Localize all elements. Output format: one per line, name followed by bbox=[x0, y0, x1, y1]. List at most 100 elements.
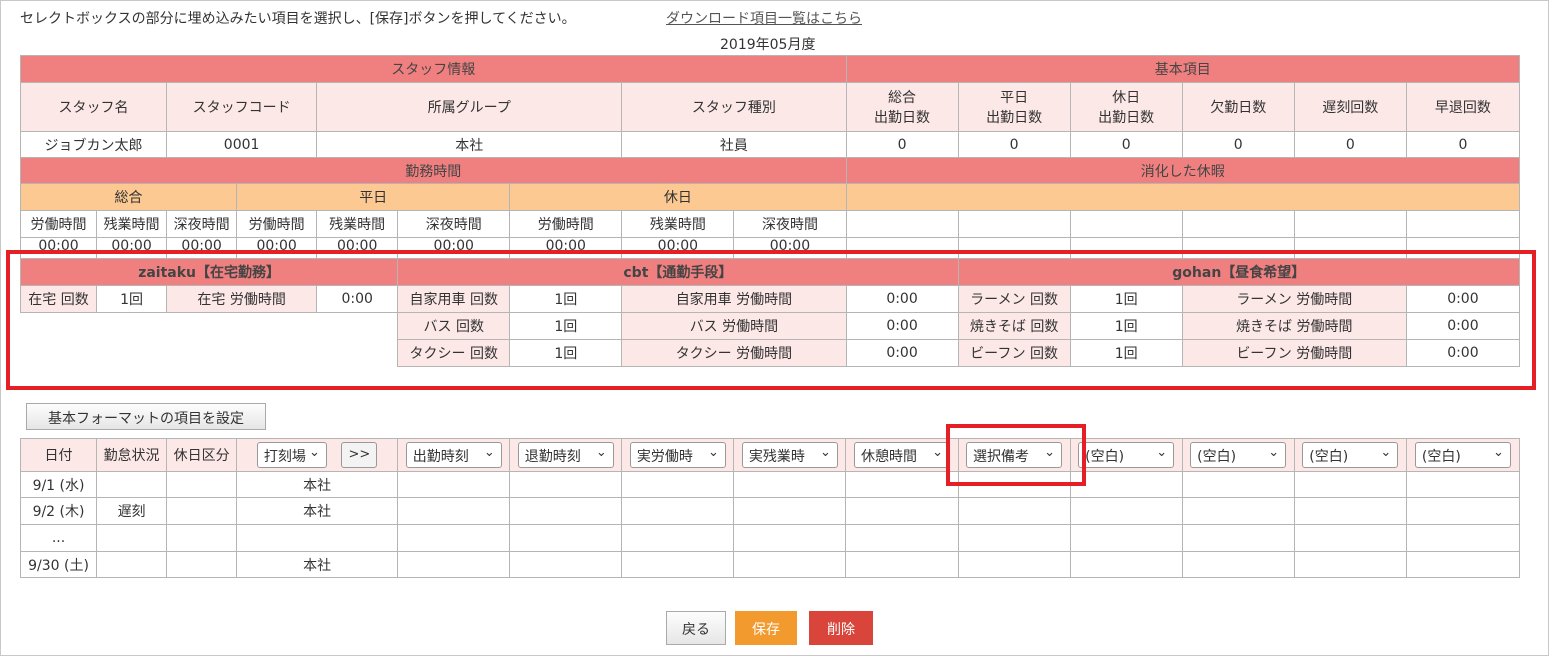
work-header-cell: 残業時間 bbox=[621, 210, 735, 238]
column-select[interactable]: (空白) ⌄ bbox=[1302, 442, 1399, 468]
work-weekday-group: 平日 bbox=[236, 183, 511, 211]
delete-button[interactable]: 削除 bbox=[809, 611, 873, 645]
save-button[interactable]: 保存 bbox=[735, 611, 797, 645]
select-value: (空白) bbox=[1197, 449, 1237, 465]
expand-toggle-button[interactable]: >> bbox=[341, 442, 378, 468]
column-select[interactable]: 退勤時刻 ⌄ bbox=[517, 442, 614, 468]
chevron-down-icon: ⌄ bbox=[1492, 445, 1504, 460]
chevron-down-icon: ⌄ bbox=[483, 445, 495, 460]
total-days-value: 0 bbox=[845, 131, 959, 158]
data-cell bbox=[733, 551, 847, 578]
vacation-header: 消化した休暇 bbox=[845, 157, 1521, 184]
column-select[interactable]: 出勤時刻 ⌄ bbox=[405, 442, 502, 468]
punch-cell: 本社 bbox=[236, 471, 399, 498]
chevron-down-icon: ⌄ bbox=[1156, 445, 1168, 460]
data-cell bbox=[845, 471, 959, 498]
column-select-cell: 実残業時 ⌄ bbox=[733, 438, 847, 472]
data-cell bbox=[1069, 471, 1183, 498]
select-value: 休憩時間 bbox=[860, 449, 917, 465]
staff-name-value: ジョブカン太郎 bbox=[19, 131, 168, 158]
download-list-link[interactable]: ダウンロード項目一覧はこちら bbox=[666, 8, 862, 28]
data-cell bbox=[397, 551, 511, 578]
data-cell bbox=[845, 497, 959, 525]
table-row: 9/2 (木) 遅刻 本社 bbox=[19, 497, 1521, 525]
late-count-header: 遅刻回数 bbox=[1293, 82, 1407, 132]
data-cell bbox=[1181, 497, 1295, 525]
column-select[interactable]: 休憩時間 ⌄ bbox=[853, 442, 950, 468]
month-label: 2019年05月度 bbox=[720, 37, 816, 53]
holiday-days-value: 0 bbox=[1069, 131, 1183, 158]
data-cell bbox=[1181, 471, 1295, 498]
absence-days-header: 欠勤日数 bbox=[1181, 82, 1295, 132]
select-highlight bbox=[946, 424, 1086, 486]
set-format-button[interactable]: 基本フォーマットの項目を設定 bbox=[26, 403, 266, 430]
status-cell bbox=[96, 524, 168, 552]
chevron-down-icon: ⌄ bbox=[309, 445, 320, 460]
data-cell bbox=[1405, 497, 1521, 525]
punch-place-select[interactable]: 打刻場 ⌄ bbox=[256, 442, 327, 468]
date-cell: ... bbox=[19, 524, 98, 552]
select-value: (空白) bbox=[1309, 449, 1349, 465]
custom-items-highlight bbox=[6, 250, 1536, 390]
early-leave-header: 早退回数 bbox=[1405, 82, 1521, 132]
column-select[interactable]: 実労働時 ⌄ bbox=[629, 442, 726, 468]
data-cell bbox=[733, 471, 847, 498]
data-cell bbox=[1069, 497, 1183, 525]
staff-type-header: スタッフ種別 bbox=[621, 82, 847, 132]
back-button[interactable]: 戻る bbox=[666, 611, 726, 645]
data-cell bbox=[845, 551, 959, 578]
data-cell bbox=[1405, 524, 1521, 552]
column-select[interactable]: (空白) ⌄ bbox=[1190, 442, 1287, 468]
data-cell bbox=[957, 524, 1071, 552]
data-cell bbox=[397, 471, 511, 498]
work-header-cell: 労働時間 bbox=[19, 210, 98, 238]
staff-code-value: 0001 bbox=[166, 131, 318, 158]
column-select[interactable]: (空白) ⌄ bbox=[1078, 442, 1175, 468]
column-select[interactable]: (空白) ⌄ bbox=[1414, 442, 1511, 468]
status-cell: 遅刻 bbox=[96, 497, 168, 525]
holiday-days-header: 休日 出勤日数 bbox=[1069, 82, 1183, 132]
total-days-header: 総合 出勤日数 bbox=[845, 82, 959, 132]
date-cell: 9/30 (土) bbox=[19, 551, 98, 578]
select-value: 出勤時刻 bbox=[412, 449, 469, 465]
date-cell: 9/2 (木) bbox=[19, 497, 98, 525]
vacation-cell bbox=[957, 210, 1071, 238]
data-cell bbox=[397, 524, 511, 552]
data-cell bbox=[733, 497, 847, 525]
staff-code-header: スタッフコード bbox=[166, 82, 318, 132]
staff-name-header: スタッフ名 bbox=[19, 82, 168, 132]
staff-type-value: 社員 bbox=[621, 131, 847, 158]
data-cell bbox=[1293, 524, 1407, 552]
staff-info-header: スタッフ情報 bbox=[20, 55, 847, 83]
data-cell bbox=[621, 471, 735, 498]
column-select-cell: 退勤時刻 ⌄ bbox=[509, 438, 623, 472]
work-header-cell: 残業時間 bbox=[316, 210, 399, 238]
select-value: 打刻場 bbox=[263, 449, 306, 465]
work-header-cell: 深夜時間 bbox=[166, 210, 238, 238]
work-time-header: 勤務時間 bbox=[20, 157, 847, 184]
absence-days-value: 0 bbox=[1181, 131, 1295, 158]
data-cell bbox=[1293, 497, 1407, 525]
data-cell bbox=[1181, 551, 1295, 578]
holiday-cell bbox=[166, 471, 238, 498]
vacation-cell bbox=[1293, 210, 1407, 238]
chevron-down-icon: ⌄ bbox=[707, 445, 719, 460]
chevron-down-icon: ⌄ bbox=[595, 445, 607, 460]
date-header: 日付 bbox=[19, 438, 98, 472]
data-cell bbox=[1293, 471, 1407, 498]
column-select[interactable]: 実残業時 ⌄ bbox=[741, 442, 838, 468]
chevron-down-icon: ⌄ bbox=[820, 445, 831, 460]
data-cell bbox=[1405, 551, 1521, 578]
data-cell bbox=[1293, 551, 1407, 578]
vacation-subheader bbox=[845, 183, 1521, 211]
status-header: 勤怠状況 bbox=[96, 438, 168, 472]
weekday-days-header: 平日 出勤日数 bbox=[957, 82, 1071, 132]
column-select-cell: (空白) ⌄ bbox=[1405, 438, 1521, 472]
data-cell bbox=[1069, 551, 1183, 578]
data-cell bbox=[957, 551, 1071, 578]
work-header-cell: 深夜時間 bbox=[733, 210, 847, 238]
chevron-down-icon: ⌄ bbox=[1268, 445, 1280, 460]
status-cell bbox=[96, 551, 168, 578]
vacation-cell bbox=[1405, 210, 1521, 238]
vacation-cell bbox=[1069, 210, 1183, 238]
